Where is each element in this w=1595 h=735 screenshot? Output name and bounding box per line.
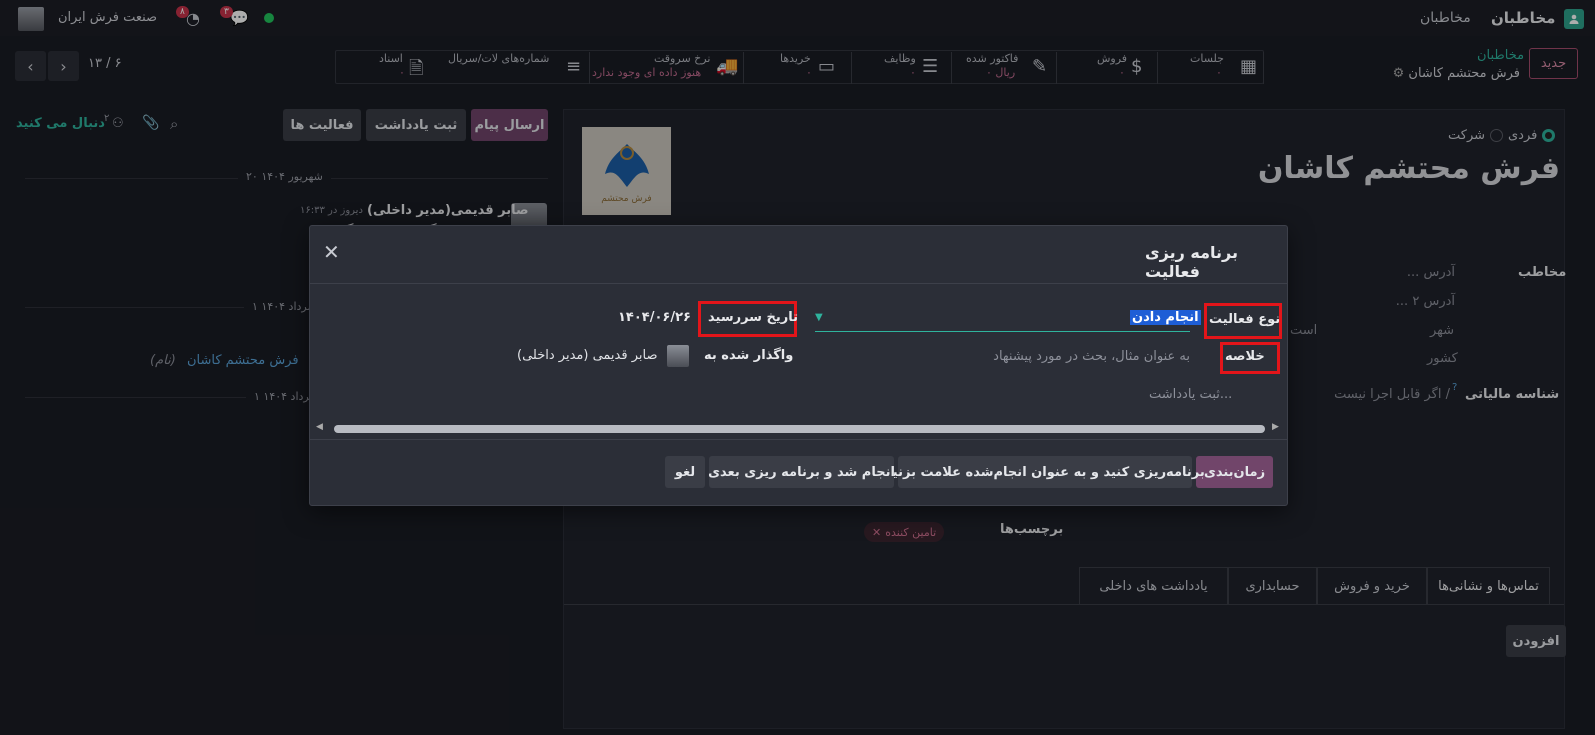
activity-type-value[interactable]: انجام دادن bbox=[1130, 310, 1201, 325]
dialog-footer-divider bbox=[310, 439, 1287, 440]
dialog-header-divider bbox=[310, 283, 1287, 284]
assigned-label: واگذار شده به bbox=[704, 348, 794, 363]
activity-type-label: نوع فعالیت bbox=[1209, 312, 1281, 327]
horizontal-scrollbar[interactable]: ◀ ▶ bbox=[316, 422, 1281, 434]
due-date-field[interactable]: ۱۴۰۴/۰۶/۲۶ bbox=[618, 310, 691, 325]
scrollbar-thumb[interactable] bbox=[334, 425, 1265, 433]
scroll-right-icon[interactable]: ▶ bbox=[1272, 422, 1279, 432]
summary-label: خلاصه bbox=[1225, 349, 1265, 364]
due-date-label: تاریخ سررسید bbox=[708, 310, 798, 325]
scroll-left-icon[interactable]: ◀ bbox=[316, 422, 323, 432]
schedule-mark-done-button[interactable]: برنامه‌ریزی کنید و به عنوان انجام‌شده عل… bbox=[885, 456, 1205, 488]
schedule-activity-dialog: برنامه ریزی فعالیت ✕ نوع فعالیت انجام دا… bbox=[309, 225, 1288, 506]
assigned-field[interactable]: صابر قدیمی (مدیر داخلی) bbox=[517, 348, 658, 363]
note-editor[interactable]: ثبت یادداشت... bbox=[1149, 387, 1232, 402]
close-icon[interactable]: ✕ bbox=[323, 240, 340, 264]
assignee-avatar bbox=[667, 345, 689, 367]
schedule-button[interactable]: زمان‌بندی bbox=[1196, 456, 1273, 488]
cancel-button[interactable]: لغو bbox=[665, 456, 705, 488]
summary-input[interactable]: به عنوان مثال، بحث در مورد پیشنهاد bbox=[910, 349, 1190, 364]
done-schedule-next-button[interactable]: انجام شد و برنامه ریزی بعدی bbox=[708, 456, 895, 488]
dialog-title: برنامه ریزی فعالیت bbox=[1145, 243, 1238, 281]
chevron-down-icon[interactable]: ▼ bbox=[815, 312, 823, 323]
